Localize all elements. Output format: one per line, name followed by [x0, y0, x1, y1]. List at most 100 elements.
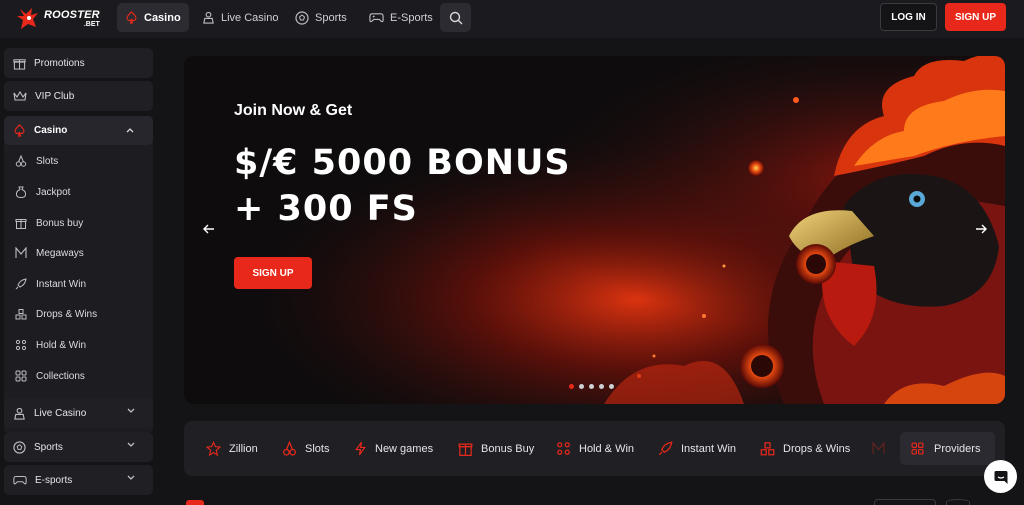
live-chat-button[interactable]	[984, 460, 1017, 493]
hero-headline-line2: + 300 FS	[234, 189, 418, 229]
sidebar-subitem-label: Hold & Win	[36, 339, 87, 351]
grid-dots-icon	[15, 339, 27, 351]
blocks-icon	[760, 442, 775, 456]
hero-headline-line1: $/€ 5000 BONUS	[234, 143, 571, 183]
providers-label: Providers	[934, 442, 981, 455]
soccer-ball-icon	[295, 10, 309, 25]
sidebar-subitem-slots[interactable]: Slots	[4, 149, 153, 173]
category-label: Drops & Wins	[783, 442, 851, 455]
megaways-icon	[872, 442, 885, 454]
category-bonus-buy[interactable]: Bonus Buy	[458, 421, 534, 476]
sidebar-subitem-hold-win[interactable]: Hold & Win	[4, 333, 153, 357]
chevron-down-icon[interactable]	[127, 475, 135, 481]
nav-casino-label: Casino	[144, 11, 181, 24]
providers-grid-icon	[911, 442, 924, 455]
chevron-up-icon[interactable]	[126, 127, 134, 133]
money-bag-icon	[15, 186, 27, 198]
hero-prev-button[interactable]	[196, 216, 222, 242]
sidebar-item-promotions[interactable]: Promotions	[4, 48, 153, 78]
category-megaways-partial[interactable]	[872, 421, 893, 476]
nav-sports-label: Sports	[315, 11, 347, 24]
signup-button-header[interactable]: SIGN UP	[945, 3, 1006, 31]
carousel-dot[interactable]	[569, 384, 574, 389]
category-instant-win[interactable]: Instant Win	[658, 421, 736, 476]
nav-sports[interactable]: Sports	[287, 3, 355, 32]
blocks-icon	[15, 309, 27, 320]
hero-headline: $/€ 5000 BONUS + 300 FS	[234, 140, 654, 232]
rocket-icon	[15, 278, 27, 290]
category-bar: Zillion Slots New games Bonus Buy Hold &…	[184, 421, 1005, 476]
sidebar-subitem-jackpot[interactable]: Jackpot	[4, 180, 153, 204]
sidebar-subitem-bonus-buy[interactable]: Bonus buy	[4, 211, 153, 235]
spade-icon	[126, 11, 137, 24]
sidebar-subitem-instant-win[interactable]: Instant Win	[4, 272, 153, 296]
category-label: Hold & Win	[579, 442, 635, 455]
carousel-dot[interactable]	[599, 384, 604, 389]
sidebar-item-label: E-sports	[35, 474, 73, 486]
sidebar-subitem-label: Slots	[36, 155, 59, 167]
category-new-games[interactable]: New games	[354, 421, 433, 476]
crown-icon	[13, 90, 27, 101]
sidebar-subitem-label: Megaways	[36, 247, 84, 259]
sidebar-item-esports[interactable]: E-sports	[4, 465, 153, 495]
arrow-right-icon	[976, 224, 987, 234]
category-hold-win[interactable]: Hold & Win	[556, 421, 634, 476]
search-button[interactable]	[440, 3, 471, 32]
category-label: Zillion	[229, 442, 258, 455]
sidebar-subitem-label: Instant Win	[36, 278, 87, 290]
carousel-dot[interactable]	[609, 384, 614, 389]
sidebar-item-label: Casino	[34, 125, 68, 136]
section-nav-button[interactable]	[946, 499, 970, 505]
providers-button[interactable]: Providers	[900, 432, 995, 465]
sidebar-subitem-label: Bonus buy	[36, 217, 84, 229]
category-label: New games	[375, 442, 434, 455]
sidebar-subitem-collections[interactable]: Collections	[4, 364, 153, 388]
megaways-icon	[15, 247, 27, 258]
category-label: Instant Win	[681, 442, 737, 455]
sidebar-item-vip-club[interactable]: VIP Club	[4, 81, 153, 111]
sidebar-subitem-drops-wins[interactable]: Drops & Wins	[4, 302, 153, 326]
top-bar: ROOSTER .BET Casino Live Casino Sports E…	[0, 0, 1024, 38]
category-drops-wins[interactable]: Drops & Wins	[760, 421, 850, 476]
star-icon	[206, 441, 221, 456]
sidebar-casino-group: Casino Slots Jackpot Bonus buy Megaways …	[4, 116, 153, 433]
rooster-logo-icon	[17, 8, 38, 29]
category-zillion[interactable]: Zillion	[206, 421, 258, 476]
sidebar-item-label: VIP Club	[35, 90, 75, 102]
soccer-ball-icon	[13, 440, 26, 454]
category-slots[interactable]: Slots	[282, 421, 329, 476]
nav-casino[interactable]: Casino	[117, 3, 189, 32]
gamepad-icon	[13, 475, 27, 485]
hero-next-button[interactable]	[968, 216, 994, 242]
arrow-left-icon	[203, 224, 214, 234]
sidebar-item-label: Live Casino	[34, 407, 87, 419]
nav-live-casino[interactable]: Live Casino	[194, 3, 286, 32]
carousel-dot[interactable]	[579, 384, 584, 389]
cherries-icon	[282, 441, 297, 456]
hero-banner[interactable]: Join Now & Get $/€ 5000 BONUS + 300 FS S…	[184, 56, 1005, 404]
sidebar-item-sports[interactable]: Sports	[4, 432, 153, 462]
hero-kicker: Join Now & Get	[234, 102, 353, 119]
gift-box-icon	[15, 219, 27, 229]
logo-name: ROOSTER	[44, 9, 100, 21]
nav-live-casino-label: Live Casino	[221, 11, 279, 24]
lightning-icon	[355, 441, 366, 456]
login-button[interactable]: LOG IN	[880, 3, 937, 31]
chevron-down-icon[interactable]	[127, 408, 135, 414]
logo[interactable]: ROOSTER .BET	[14, 3, 106, 35]
carousel-dot[interactable]	[589, 384, 594, 389]
gamepad-icon	[369, 13, 384, 23]
gift-box-icon	[458, 443, 473, 456]
sidebar-item-label: Promotions	[34, 57, 85, 69]
chevron-down-icon[interactable]	[127, 442, 135, 448]
hero-signup-button[interactable]: SIGN UP	[234, 257, 312, 289]
search-icon	[449, 11, 462, 24]
sidebar-subitem-megaways[interactable]: Megaways	[4, 241, 153, 265]
chat-icon	[994, 470, 1007, 484]
sidebar-item-label: Sports	[34, 441, 63, 453]
nav-esports[interactable]: E-Sports	[361, 3, 441, 32]
section-control-button[interactable]	[874, 499, 936, 505]
logo-suffix: .BET	[83, 21, 100, 28]
sidebar-item-live-casino[interactable]: Live Casino	[4, 398, 153, 428]
sidebar-item-casino[interactable]: Casino	[4, 116, 153, 145]
